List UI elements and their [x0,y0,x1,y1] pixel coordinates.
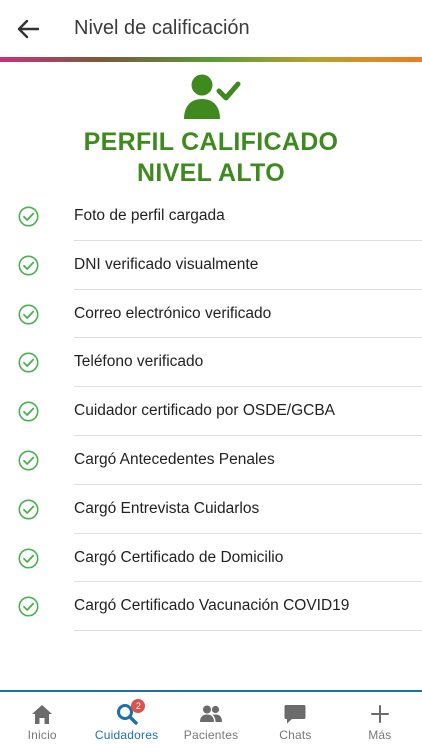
checklist-item-label: Cargó Antecedentes Penales [74,450,275,468]
checklist-item: Cargó Certificado Vacunación COVID19 [0,582,422,632]
check-circle-icon [18,499,39,520]
back-button[interactable] [12,14,44,44]
checklist-item: Cargó Entrevista Cuidarlos [0,485,422,534]
user-verified-icon [184,74,241,119]
notification-badge: 2 [131,699,146,713]
check-circle-icon [18,401,39,422]
checklist-item-label: Cuidador certificado por OSDE/GCBA [74,402,336,420]
checklist-item-label: Correo electrónico verificado [74,304,272,322]
nav-item-label: Inicio [27,728,57,742]
nav-item-chats[interactable]: Chats [253,692,337,752]
check-circle-icon [18,304,39,325]
check-circle-icon [18,206,39,227]
qualification-title-line2: NIVEL ALTO [137,159,285,187]
nav-item-label: Más [368,728,392,742]
header-gradient-divider [0,57,422,62]
checklist-item: Teléfono verificado [0,338,422,388]
nav-item-ms[interactable]: Más [338,692,422,752]
divider [74,630,422,632]
nav-item-label: Cuidadores [94,728,159,742]
nav-item-cuidadores[interactable]: Cuidadores 2 [84,692,168,752]
checklist-item: Cargó Certificado de Domicilio [0,534,422,583]
nav-item-inicio[interactable]: Inicio [0,692,84,752]
check-circle-icon [18,450,39,471]
nav-item-label: Pacientes [183,728,239,742]
checklist-item: Cargó Antecedentes Penales [0,436,422,485]
checklist-item-label: Cargó Certificado Vacunación COVID19 [74,597,350,615]
checklist-item-label: Foto de perfil cargada [74,207,225,224]
bottom-navigation: Inicio Cuidadores 2 Pacientes Chats Más [0,690,422,752]
checklist-item-label: DNI verificado visualmente [74,255,259,273]
people-icon [199,703,223,725]
app-header: Nivel de calificación [0,0,422,57]
arrow-left-icon [17,19,39,39]
checklist-item: Correo electrónico verificado [0,290,422,339]
nav-item-pacientes[interactable]: Pacientes [169,692,253,752]
qualification-level-title: PERFIL CALIFICADO NIVEL ALTO [0,127,422,189]
nav-item-label: Chats [279,728,312,742]
home-icon [30,703,54,725]
plus-icon [368,703,392,725]
checklist-item: DNI verificado visualmente [0,241,422,290]
check-circle-icon [18,596,39,617]
check-circle-icon [18,255,39,276]
checklist-item-label: Cargó Certificado de Domicilio [74,548,284,566]
check-circle-icon [18,352,39,373]
checklist-item: Cuidador certificado por OSDE/GCBA [0,387,422,436]
verification-checklist: Foto de perfil cargada DNI verificado vis… [0,192,422,632]
checklist-item-label: Teléfono verificado [74,353,204,371]
chat-icon [283,703,307,725]
qualification-title-line1: PERFIL CALIFICADO [83,128,339,156]
page-title: Nivel de calificación [74,17,250,39]
check-circle-icon [18,548,39,569]
checklist-item: Foto de perfil cargada [0,192,422,241]
checklist-item-label: Cargó Entrevista Cuidarlos [74,499,260,517]
